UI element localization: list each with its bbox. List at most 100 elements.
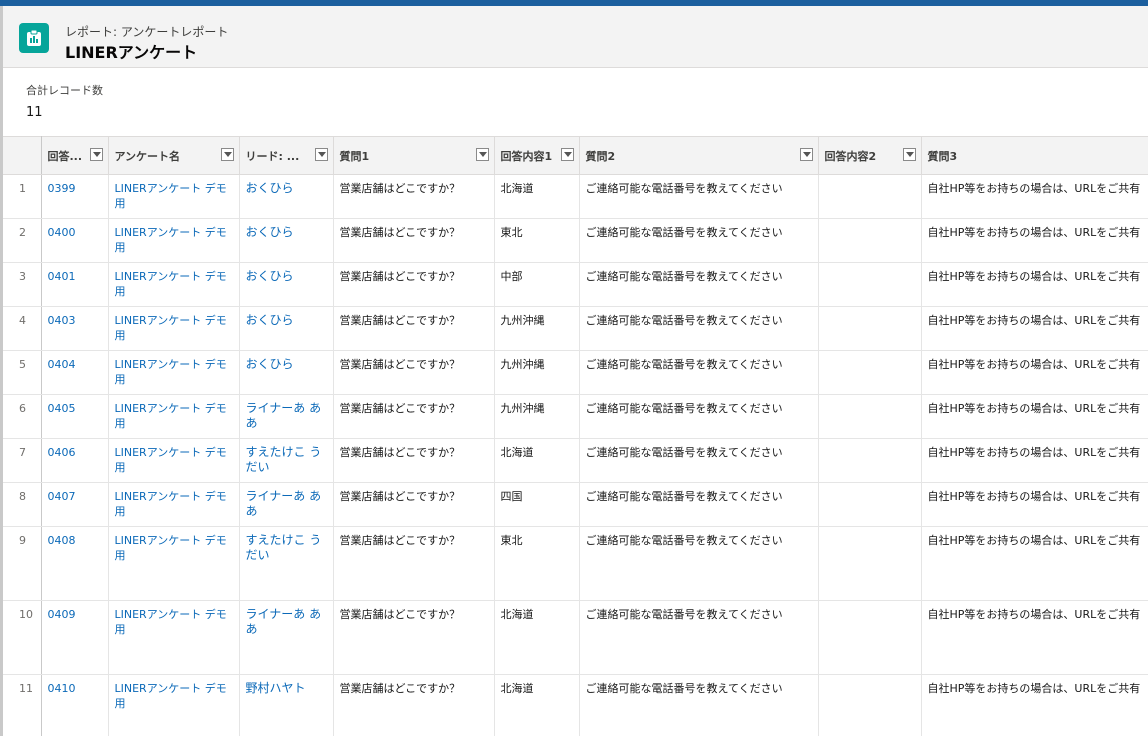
question1-cell: 営業店舗はどこですか？ — [333, 262, 495, 307]
response-id-link[interactable]: 0404 — [41, 350, 109, 395]
column-header-label: 質問1 — [339, 149, 370, 163]
table-row: 5 0404 LINERアンケート デモ用 おくひら 営業店舗はどこですか？ 九州沖縄 ご連… — [3, 350, 1148, 395]
table-row: 4 0403 LINERアンケート デモ用 おくひら 営業店舗はどこですか？ 九州沖縄 ご連… — [3, 306, 1148, 351]
question1-cell: 営業店舗はどこですか？ — [333, 218, 495, 263]
response-id-link[interactable]: 0406 — [41, 438, 109, 483]
question2-cell: ご連絡可能な電話番号を教えてください — [579, 306, 819, 351]
answer2-cell — [818, 600, 922, 675]
chevron-down-icon[interactable] — [902, 148, 916, 161]
question3-cell: 自社HP等をお持ちの場合は、URLをご共有 — [921, 394, 1148, 439]
question3-cell: 自社HP等をお持ちの場合は、URLをご共有 — [921, 262, 1148, 307]
answer1-cell: 北海道 — [494, 174, 580, 219]
column-header-label: リード: ... — [245, 149, 300, 163]
column-header[interactable]: 回答... — [41, 136, 109, 175]
answer1-cell: 九州沖縄 — [494, 350, 580, 395]
answer2-cell — [818, 482, 922, 527]
question3-cell: 自社HP等をお持ちの場合は、URLをご共有 — [921, 350, 1148, 395]
lead-name-link[interactable]: ライナーあ ああ — [239, 600, 334, 675]
page-title: LINERアンケート — [65, 43, 198, 62]
row-number: 11 — [3, 674, 42, 736]
chevron-down-icon[interactable] — [799, 148, 813, 161]
response-id-link[interactable]: 0399 — [41, 174, 109, 219]
question2-cell: ご連絡可能な電話番号を教えてください — [579, 438, 819, 483]
row-number: 9 — [3, 526, 42, 601]
question3-cell: 自社HP等をお持ちの場合は、URLをご共有 — [921, 306, 1148, 351]
lead-name-link[interactable]: おくひら — [239, 350, 334, 395]
question2-cell: ご連絡可能な電話番号を教えてください — [579, 394, 819, 439]
answer2-cell — [818, 438, 922, 483]
answer1-cell: 四国 — [494, 482, 580, 527]
question1-cell: 営業店舗はどこですか？ — [333, 174, 495, 219]
answer2-cell — [818, 394, 922, 439]
column-header[interactable]: アンケート名 — [108, 136, 240, 175]
survey-name-link[interactable]: LINERアンケート デモ用 — [108, 262, 240, 307]
table-row: 7 0406 LINERアンケート デモ用 すえたけこ うだい 営業店舗はどこですか？北… — [3, 438, 1148, 483]
report-icon — [19, 23, 49, 53]
column-header-label: 回答... — [47, 149, 83, 163]
response-id-link[interactable]: 0403 — [41, 306, 109, 351]
answer1-cell: 九州沖縄 — [494, 306, 580, 351]
answer2-cell — [818, 218, 922, 263]
chevron-down-icon[interactable] — [220, 148, 234, 161]
row-number: 2 — [3, 218, 42, 263]
response-id-link[interactable]: 0408 — [41, 526, 109, 601]
survey-name-link[interactable]: LINERアンケート デモ用 — [108, 482, 240, 527]
survey-name-link[interactable]: LINERアンケート デモ用 — [108, 174, 240, 219]
response-id-link[interactable]: 0409 — [41, 600, 109, 675]
row-number: 4 — [3, 306, 42, 351]
survey-name-link[interactable]: LINERアンケート デモ用 — [108, 218, 240, 263]
lead-name-link[interactable]: おくひら — [239, 262, 334, 307]
column-header-label: 質問2 — [585, 149, 616, 163]
survey-name-link[interactable]: LINERアンケート デモ用 — [108, 526, 240, 601]
column-header[interactable]: 質問1 — [333, 136, 495, 175]
response-id-link[interactable]: 0407 — [41, 482, 109, 527]
lead-name-link[interactable]: すえたけこ うだい — [239, 526, 334, 601]
report-header: レポート: アンケートレポート LINERアンケート — [3, 6, 1148, 68]
column-header[interactable]: 質問2 — [579, 136, 819, 175]
response-id-link[interactable]: 0405 — [41, 394, 109, 439]
lead-name-link[interactable]: ライナーあ ああ — [239, 394, 334, 439]
question1-cell: 営業店舗はどこですか？ — [333, 438, 495, 483]
lead-name-link[interactable]: ライナーあ ああ — [239, 482, 334, 527]
row-number: 1 — [3, 174, 42, 219]
survey-name-link[interactable]: LINERアンケート デモ用 — [108, 394, 240, 439]
response-id-link[interactable]: 0400 — [41, 218, 109, 263]
survey-name-link[interactable]: LINERアンケート デモ用 — [108, 438, 240, 483]
question3-cell: 自社HP等をお持ちの場合は、URLをご共有 — [921, 174, 1148, 219]
question2-cell: ご連絡可能な電話番号を教えてください — [579, 674, 819, 736]
question3-cell: 自社HP等をお持ちの場合は、URLをご共有 — [921, 526, 1148, 601]
chevron-down-icon[interactable] — [314, 148, 328, 161]
column-header[interactable]: 質問3 — [921, 136, 1148, 175]
column-header[interactable]: 回答内容1 — [494, 136, 580, 175]
chevron-down-icon[interactable] — [475, 148, 489, 161]
answer1-cell: 九州沖縄 — [494, 394, 580, 439]
row-number: 10 — [3, 600, 42, 675]
row-number: 3 — [3, 262, 42, 307]
table-header-row: 回答... アンケート名 リード: ... 質問1 回答内容1 質問2 回答内容… — [3, 136, 1148, 175]
lead-name-link[interactable]: すえたけこ うだい — [239, 438, 334, 483]
question2-cell: ご連絡可能な電話番号を教えてください — [579, 262, 819, 307]
survey-name-link[interactable]: LINERアンケート デモ用 — [108, 350, 240, 395]
report-subtitle: レポート: アンケートレポート — [65, 25, 229, 39]
column-header[interactable]: 回答内容2 — [818, 136, 922, 175]
lead-name-link[interactable]: おくひら — [239, 174, 334, 219]
response-id-link[interactable]: 0410 — [41, 674, 109, 736]
question1-cell: 営業店舗はどこですか？ — [333, 394, 495, 439]
lead-name-link[interactable]: おくひら — [239, 218, 334, 263]
table-row: 1 0399 LINERアンケート デモ用 おくひら 営業店舗はどこですか？ 北海道 ご連絡… — [3, 174, 1148, 219]
question1-cell: 営業店舗はどこですか？ — [333, 482, 495, 527]
survey-name-link[interactable]: LINERアンケート デモ用 — [108, 600, 240, 675]
table-row: 8 0407 LINERアンケート デモ用 ライナーあ ああ 営業店舗はどこですか？ 四国… — [3, 482, 1148, 527]
report-table: 回答... アンケート名 リード: ... 質問1 回答内容1 質問2 回答内容… — [3, 136, 1148, 736]
answer2-cell — [818, 306, 922, 351]
survey-name-link[interactable]: LINERアンケート デモ用 — [108, 674, 240, 736]
lead-name-link[interactable]: おくひら — [239, 306, 334, 351]
column-header[interactable]: リード: ... — [239, 136, 334, 175]
lead-name-link[interactable]: 野村ハヤト — [239, 674, 334, 736]
survey-name-link[interactable]: LINERアンケート デモ用 — [108, 306, 240, 351]
chevron-down-icon[interactable] — [89, 148, 103, 161]
question2-cell: ご連絡可能な電話番号を教えてください — [579, 174, 819, 219]
record-count-value: 11 — [26, 105, 43, 120]
chevron-down-icon[interactable] — [560, 148, 574, 161]
response-id-link[interactable]: 0401 — [41, 262, 109, 307]
